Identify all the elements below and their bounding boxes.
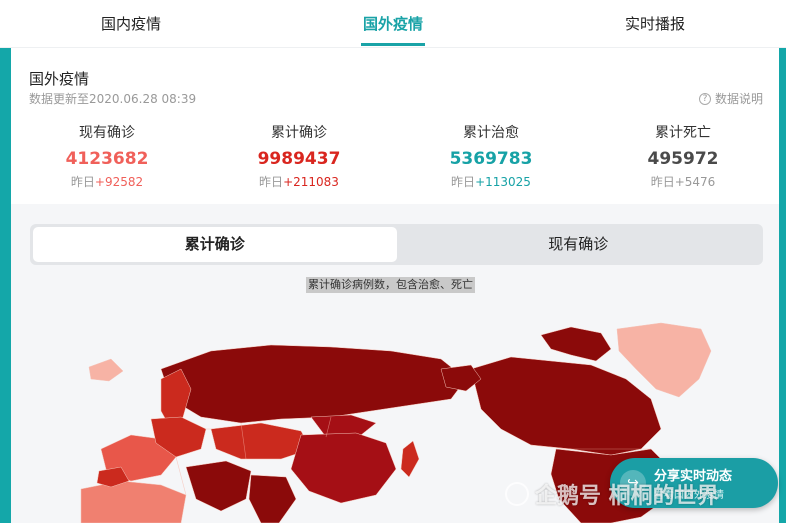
metric-toggle: 累计确诊 现有确诊	[30, 224, 763, 265]
stats-row: 现有确诊 4123682 昨日+92582 累计确诊 9989437 昨日+21…	[11, 120, 779, 190]
stat-delta: 昨日+113025	[451, 175, 531, 189]
stat-label: 现有确诊	[79, 125, 135, 141]
stat-delta: 昨日+92582	[70, 175, 144, 189]
toggle-total-confirmed[interactable]: 累计确诊	[33, 227, 397, 262]
stat-total-confirmed: 累计确诊 9989437 昨日+211083	[203, 120, 395, 190]
stat-value: 495972	[647, 149, 719, 169]
stat-label: 累计治愈	[463, 125, 519, 141]
tab-overseas[interactable]: 国外疫情	[262, 0, 524, 48]
watermark-text: 企鹅号 桐桐的世界	[535, 484, 719, 509]
stat-total-recovered: 累计治愈 5369783 昨日+113025	[395, 120, 587, 190]
stat-delta: 昨日+5476	[650, 175, 716, 189]
region-middle-east	[185, 460, 252, 512]
map-caption: 累计确诊病例数，包含治愈、死亡	[306, 277, 475, 293]
data-explanation-label: 数据说明	[714, 92, 763, 106]
toggle-current-confirmed[interactable]: 现有确诊	[397, 227, 761, 262]
region-russia	[160, 344, 467, 424]
stat-label: 累计死亡	[655, 125, 711, 141]
region-north-africa	[80, 480, 187, 523]
tab-live-updates[interactable]: 实时播报	[524, 0, 786, 48]
question-circle-icon: ?	[698, 92, 711, 105]
penguin-logo-icon	[505, 482, 529, 506]
data-explanation-link[interactable]: ? 数据说明	[698, 90, 763, 107]
region-china	[290, 432, 397, 504]
region-arctic-islands	[540, 326, 612, 362]
update-timestamp: 数据更新至2020.06.28 08:39	[29, 92, 197, 106]
region-japan	[400, 440, 420, 478]
region-india	[248, 474, 297, 523]
stat-current-confirmed: 现有确诊 4123682 昨日+92582	[11, 120, 203, 190]
watermark: 企鹅号 桐桐的世界	[505, 478, 719, 510]
stat-total-deaths: 累计死亡 495972 昨日+5476	[587, 120, 779, 190]
top-tab-bar: 国内疫情 国外疫情 实时播报	[0, 0, 786, 48]
region-canada	[470, 356, 662, 456]
stat-value: 4123682	[65, 149, 149, 169]
tab-domestic[interactable]: 国内疫情	[0, 0, 262, 48]
stat-value: 5369783	[449, 149, 533, 169]
stat-label: 累计确诊	[271, 125, 327, 141]
region-iceland	[88, 358, 124, 382]
section-title: 国外疫情	[29, 70, 90, 88]
stat-value: 9989437	[257, 149, 341, 169]
stat-delta: 昨日+211083	[259, 175, 339, 189]
